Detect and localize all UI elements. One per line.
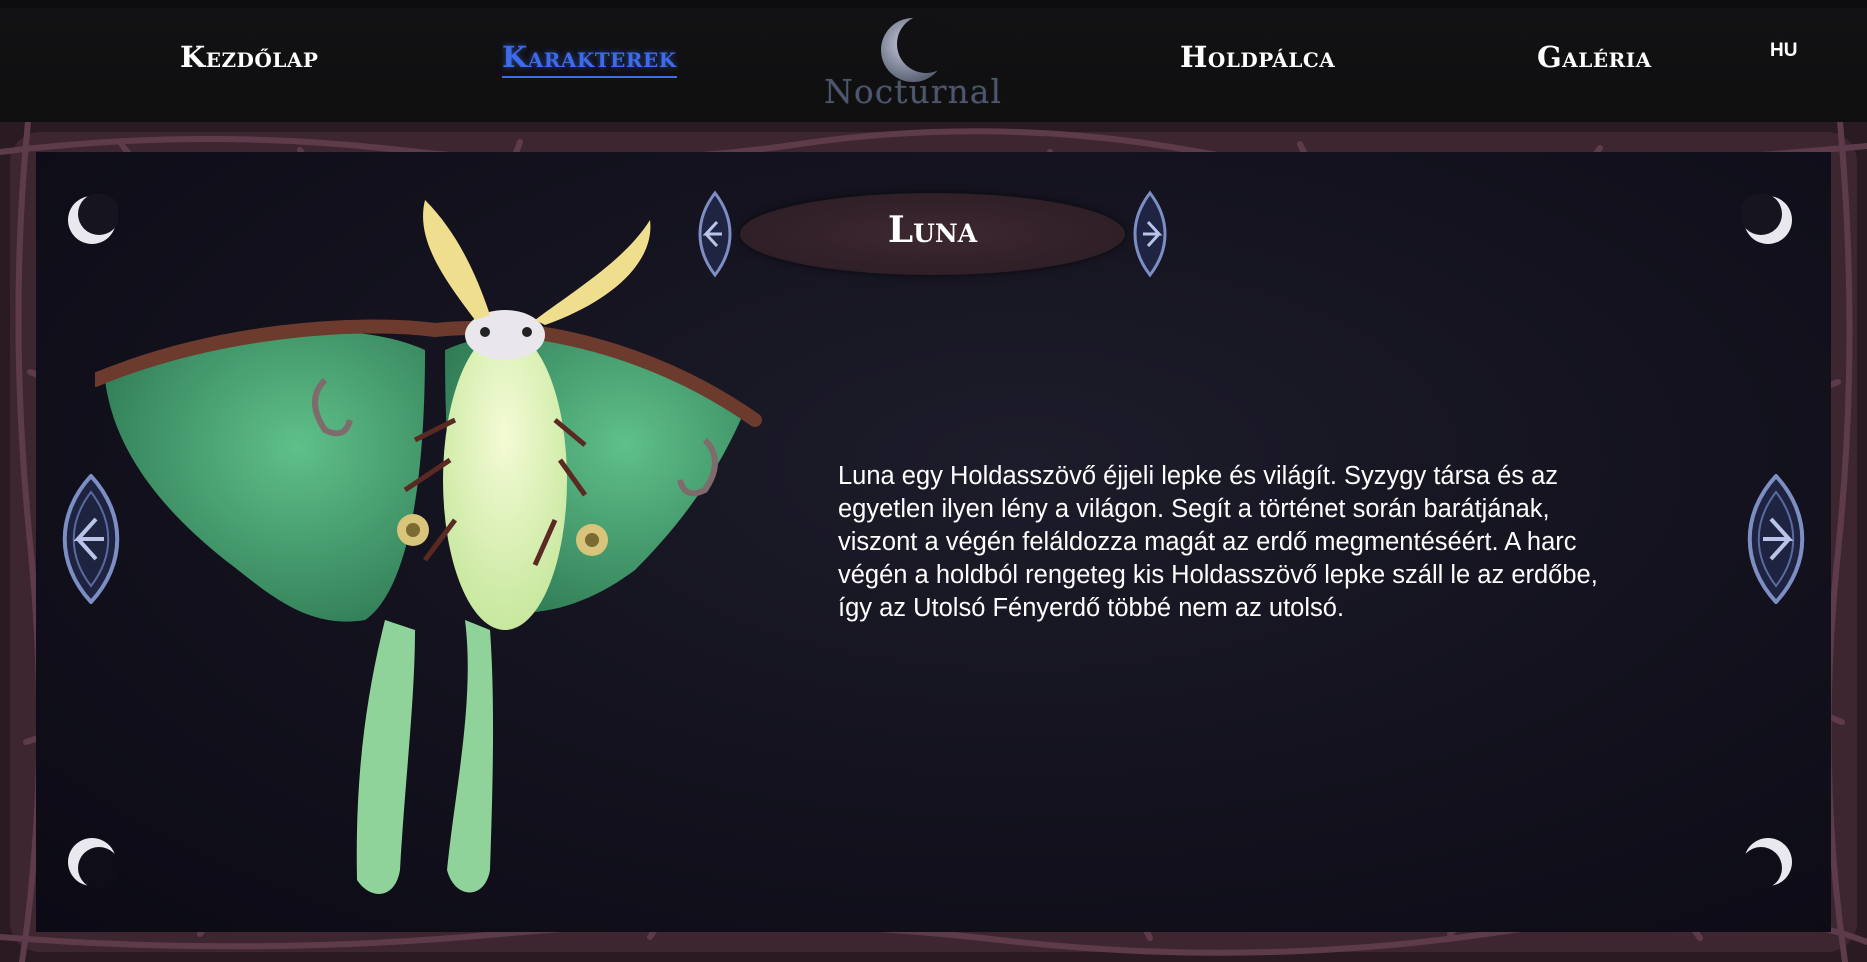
logo-text: Nocturnal (824, 72, 1002, 111)
site-logo[interactable]: Nocturnal (823, 12, 1003, 117)
language-switch[interactable]: HU (1770, 40, 1797, 62)
character-showcase: Luna Luna egy Holdasszövő éjjeli lepke é… (0, 122, 1867, 962)
chevron-right-icon[interactable] (1125, 189, 1175, 279)
top-navigation: Kezdőlap Karakterek Nocturnal Holdpálca … (0, 0, 1867, 122)
nav-link-home[interactable]: Kezdőlap (180, 40, 318, 74)
character-description: Luna egy Holdasszövő éjjeli lepke és vil… (838, 462, 1598, 622)
crescent-moon-icon (1742, 194, 1792, 244)
character-name: Luna (887, 209, 978, 251)
luna-moth-illustration (95, 200, 762, 894)
character-title-bar: Luna (690, 189, 1175, 279)
nav-link-characters[interactable]: Karakterek (502, 40, 677, 78)
chevron-left-icon[interactable] (690, 189, 740, 279)
crescent-moon-icon (1742, 838, 1792, 888)
arrow-right-icon[interactable] (1741, 474, 1811, 604)
nav-link-gallery[interactable]: Galéria (1537, 40, 1652, 74)
nav-link-moon-wand[interactable]: Holdpálca (1180, 40, 1335, 74)
